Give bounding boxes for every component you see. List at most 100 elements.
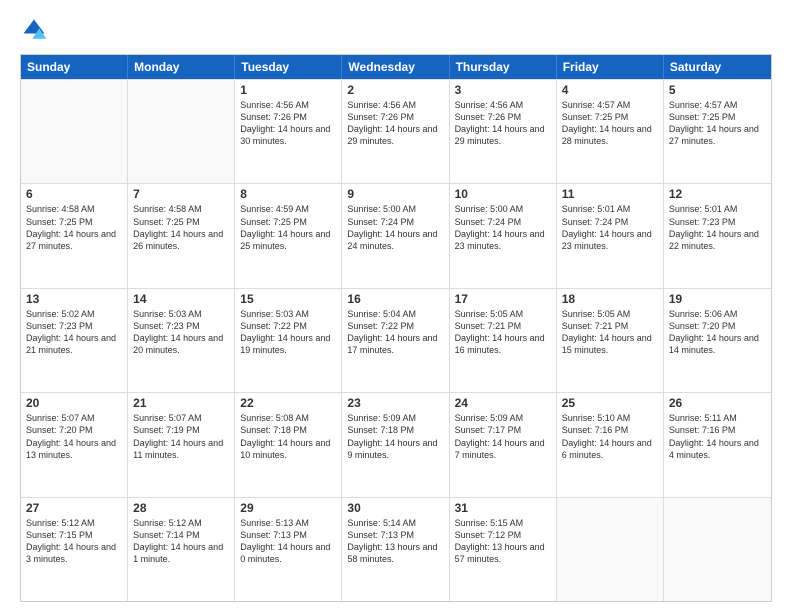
cell-info: Sunrise: 5:07 AM Sunset: 7:19 PM Dayligh… [133,412,229,461]
day-number: 26 [669,396,766,410]
calendar-cell: 4 Sunrise: 4:57 AM Sunset: 7:25 PM Daylig… [557,80,664,183]
calendar-cell: 5Sunrise: 4:57 AM Sunset: 7:25 PM Daylig… [664,80,771,183]
weekday-header: Sunday [21,55,128,79]
calendar-cell [21,80,128,183]
logo [20,16,50,44]
weekday-header: Tuesday [235,55,342,79]
calendar-cell: 12 Sunrise: 5:01 AM Sunset: 7:23 PM Dayli… [664,184,771,287]
calendar-cell: 19 Sunrise: 5:06 AM Sunset: 7:20 PM Dayli… [664,289,771,392]
calendar-body: 1 Sunrise: 4:56 AM Sunset: 7:26 PM Daylig… [21,79,771,601]
calendar-header: SundayMondayTuesdayWednesdayThursdayFrid… [21,55,771,79]
calendar-cell: 31 Sunrise: 5:15 AM Sunset: 7:12 PM Dayli… [450,498,557,601]
cell-info: Sunrise: 5:01 AM Sunset: 7:23 PM Dayligh… [669,203,766,252]
calendar-cell: 26 Sunrise: 5:11 AM Sunset: 7:16 PM Dayli… [664,393,771,496]
cell-info: Sunrise: 5:10 AM Sunset: 7:16 PM Dayligh… [562,412,658,461]
weekday-header: Wednesday [342,55,449,79]
cell-info: Sunrise: 4:58 AM Sunset: 7:25 PM Dayligh… [26,203,122,252]
day-number: 21 [133,396,229,410]
calendar-cell: 3Sunrise: 4:56 AM Sunset: 7:26 PM Daylig… [450,80,557,183]
cell-info: Sunrise: 4:56 AM Sunset: 7:26 PM Dayligh… [347,99,443,148]
day-number: 10 [455,187,551,201]
cell-info: Sunrise: 5:15 AM Sunset: 7:12 PM Dayligh… [455,517,551,566]
day-number: 15 [240,292,336,306]
day-number: 13 [26,292,122,306]
cell-info: Sunrise: 5:05 AM Sunset: 7:21 PM Dayligh… [562,308,658,357]
cell-info: Sunrise: 5:00 AM Sunset: 7:24 PM Dayligh… [455,203,551,252]
calendar: SundayMondayTuesdayWednesdayThursdayFrid… [20,54,772,602]
calendar-cell: 24 Sunrise: 5:09 AM Sunset: 7:17 PM Dayli… [450,393,557,496]
cell-info: Sunrise: 5:01 AM Sunset: 7:24 PM Dayligh… [562,203,658,252]
day-number: 30 [347,501,443,515]
day-number: 29 [240,501,336,515]
calendar-cell: 9 Sunrise: 5:00 AM Sunset: 7:24 PM Daylig… [342,184,449,287]
calendar-cell: 14 Sunrise: 5:03 AM Sunset: 7:23 PM Dayli… [128,289,235,392]
calendar-cell: 13 Sunrise: 5:02 AM Sunset: 7:23 PM Dayli… [21,289,128,392]
cell-info: Sunrise: 5:11 AM Sunset: 7:16 PM Dayligh… [669,412,766,461]
cell-info: Sunrise: 5:09 AM Sunset: 7:18 PM Dayligh… [347,412,443,461]
calendar-row: 1 Sunrise: 4:56 AM Sunset: 7:26 PM Daylig… [21,79,771,183]
cell-info: Sunrise: 5:09 AM Sunset: 7:17 PM Dayligh… [455,412,551,461]
day-number: 1 [240,83,336,97]
cell-info: Sunrise: 5:05 AM Sunset: 7:21 PM Dayligh… [455,308,551,357]
calendar-cell: 17 Sunrise: 5:05 AM Sunset: 7:21 PM Dayli… [450,289,557,392]
calendar-cell: 2Sunrise: 4:56 AM Sunset: 7:26 PM Daylig… [342,80,449,183]
calendar-cell: 7 Sunrise: 4:58 AM Sunset: 7:25 PM Daylig… [128,184,235,287]
cell-info: Sunrise: 5:08 AM Sunset: 7:18 PM Dayligh… [240,412,336,461]
day-number: 25 [562,396,658,410]
day-number: 20 [26,396,122,410]
calendar-row: 6 Sunrise: 4:58 AM Sunset: 7:25 PM Daylig… [21,183,771,287]
calendar-cell: 28Sunrise: 5:12 AM Sunset: 7:14 PM Dayli… [128,498,235,601]
calendar-cell [664,498,771,601]
calendar-cell: 15 Sunrise: 5:03 AM Sunset: 7:22 PM Dayli… [235,289,342,392]
calendar-cell [557,498,664,601]
day-number: 16 [347,292,443,306]
cell-info: Sunrise: 5:04 AM Sunset: 7:22 PM Dayligh… [347,308,443,357]
calendar-cell [128,80,235,183]
day-number: 31 [455,501,551,515]
calendar-cell: 11Sunrise: 5:01 AM Sunset: 7:24 PM Dayli… [557,184,664,287]
cell-info: Sunrise: 4:58 AM Sunset: 7:25 PM Dayligh… [133,203,229,252]
weekday-header: Friday [557,55,664,79]
day-number: 12 [669,187,766,201]
cell-info: Sunrise: 5:00 AM Sunset: 7:24 PM Dayligh… [347,203,443,252]
day-number: 17 [455,292,551,306]
day-number: 14 [133,292,229,306]
day-number: 19 [669,292,766,306]
calendar-cell: 16 Sunrise: 5:04 AM Sunset: 7:22 PM Dayli… [342,289,449,392]
day-number: 8 [240,187,336,201]
cell-info: Sunrise: 5:13 AM Sunset: 7:13 PM Dayligh… [240,517,336,566]
cell-info: Sunrise: 5:03 AM Sunset: 7:22 PM Dayligh… [240,308,336,357]
calendar-cell: 23Sunrise: 5:09 AM Sunset: 7:18 PM Dayli… [342,393,449,496]
day-number: 7 [133,187,229,201]
weekday-header: Saturday [664,55,771,79]
cell-info: Sunrise: 4:56 AM Sunset: 7:26 PM Dayligh… [240,99,336,148]
cell-info: Sunrise: 4:57 AM Sunset: 7:25 PM Dayligh… [562,99,658,148]
calendar-cell: 1 Sunrise: 4:56 AM Sunset: 7:26 PM Daylig… [235,80,342,183]
cell-info: Sunrise: 5:14 AM Sunset: 7:13 PM Dayligh… [347,517,443,566]
day-number: 9 [347,187,443,201]
calendar-cell: 29 Sunrise: 5:13 AM Sunset: 7:13 PM Dayli… [235,498,342,601]
day-number: 24 [455,396,551,410]
calendar-cell: 6 Sunrise: 4:58 AM Sunset: 7:25 PM Daylig… [21,184,128,287]
cell-info: Sunrise: 5:02 AM Sunset: 7:23 PM Dayligh… [26,308,122,357]
day-number: 27 [26,501,122,515]
cell-info: Sunrise: 4:59 AM Sunset: 7:25 PM Dayligh… [240,203,336,252]
calendar-cell: 21 Sunrise: 5:07 AM Sunset: 7:19 PM Dayli… [128,393,235,496]
calendar-cell: 18 Sunrise: 5:05 AM Sunset: 7:21 PM Dayli… [557,289,664,392]
calendar-cell: 8 Sunrise: 4:59 AM Sunset: 7:25 PM Daylig… [235,184,342,287]
calendar-cell: 25 Sunrise: 5:10 AM Sunset: 7:16 PM Dayli… [557,393,664,496]
cell-info: Sunrise: 5:06 AM Sunset: 7:20 PM Dayligh… [669,308,766,357]
weekday-header: Thursday [450,55,557,79]
day-number: 3 [455,83,551,97]
calendar-row: 20Sunrise: 5:07 AM Sunset: 7:20 PM Dayli… [21,392,771,496]
calendar-row: 13 Sunrise: 5:02 AM Sunset: 7:23 PM Dayli… [21,288,771,392]
logo-icon [20,16,48,44]
calendar-cell: 20Sunrise: 5:07 AM Sunset: 7:20 PM Dayli… [21,393,128,496]
day-number: 4 [562,83,658,97]
day-number: 6 [26,187,122,201]
calendar-cell: 22Sunrise: 5:08 AM Sunset: 7:18 PM Dayli… [235,393,342,496]
cell-info: Sunrise: 5:03 AM Sunset: 7:23 PM Dayligh… [133,308,229,357]
weekday-header: Monday [128,55,235,79]
cell-info: Sunrise: 4:57 AM Sunset: 7:25 PM Dayligh… [669,99,766,148]
day-number: 18 [562,292,658,306]
